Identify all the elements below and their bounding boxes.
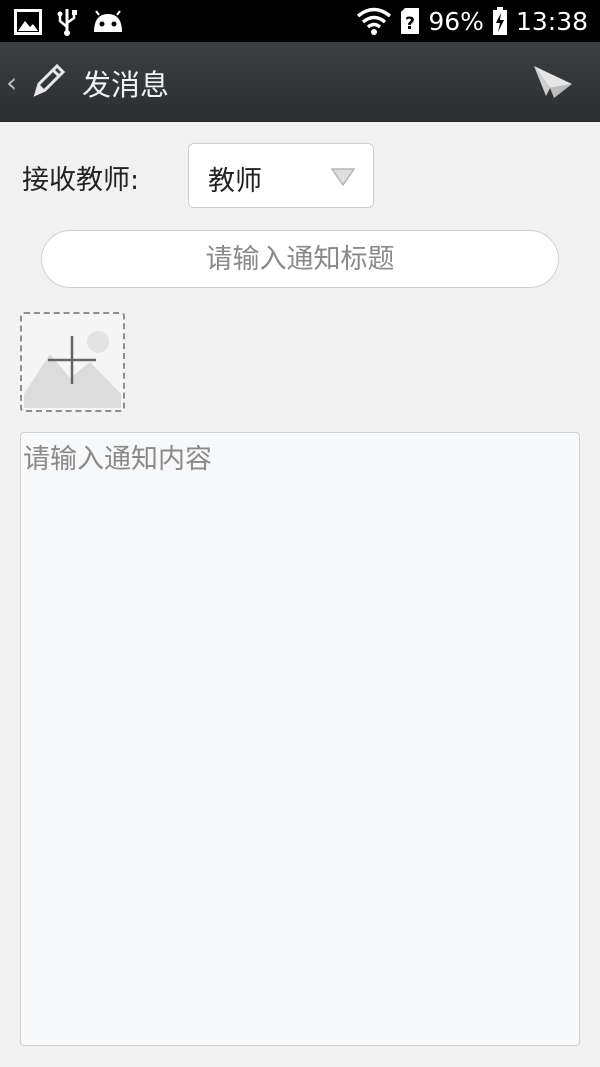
sim-unknown-icon: ? bbox=[401, 8, 420, 34]
pencil-icon[interactable] bbox=[30, 60, 66, 100]
recipient-label: 接收教师: bbox=[22, 165, 140, 196]
recipient-select[interactable]: 教师 bbox=[188, 143, 374, 208]
chevron-left-icon[interactable]: ‹ bbox=[6, 66, 17, 99]
page-title: 发消息 bbox=[82, 68, 170, 102]
clock: 13:38 bbox=[515, 6, 588, 36]
paper-plane-icon[interactable] bbox=[532, 62, 574, 102]
triangle-down-icon bbox=[331, 168, 355, 186]
battery-charging-icon bbox=[492, 7, 507, 35]
status-bar-right: ? 96% 13:38 bbox=[356, 4, 588, 38]
add-image-icon bbox=[24, 331, 121, 408]
notice-content-textarea[interactable] bbox=[20, 432, 580, 1046]
battery-percent: 96% bbox=[428, 6, 484, 36]
action-bar: ‹ 发消息 bbox=[0, 42, 600, 122]
wifi-icon bbox=[357, 7, 392, 35]
android-icon bbox=[94, 10, 122, 32]
usb-icon bbox=[57, 9, 77, 36]
notice-title-input[interactable] bbox=[41, 230, 559, 288]
add-image-button[interactable] bbox=[20, 312, 125, 412]
status-bar: ? 96% 13:38 bbox=[0, 0, 600, 42]
recipient-select-value: 教师 bbox=[208, 166, 262, 197]
svg-text:?: ? bbox=[405, 14, 415, 34]
image-icon bbox=[14, 9, 42, 35]
status-bar-left bbox=[14, 7, 124, 37]
